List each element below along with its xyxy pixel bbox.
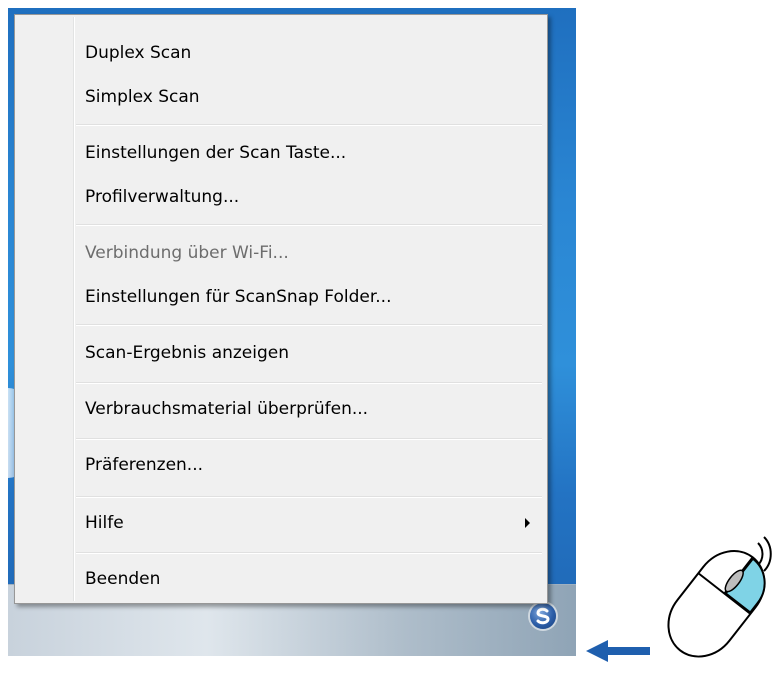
menu-separator — [76, 124, 542, 126]
menu-item-duplex-scan[interactable]: Duplex Scan — [17, 31, 543, 75]
scansnap-tray-icon[interactable] — [530, 603, 556, 629]
menu-item-label: Präferenzen... — [85, 455, 204, 475]
menu-item-label: Verbrauchsmaterial überprüfen... — [85, 399, 369, 419]
menu-item-preferences[interactable]: Präferenzen... — [17, 443, 543, 487]
menu-item-label: Einstellungen für ScanSnap Folder... — [85, 287, 392, 307]
menu-item-scansnap-folder-settings[interactable]: Einstellungen für ScanSnap Folder... — [17, 275, 543, 319]
blue-left-arrow-icon — [586, 640, 650, 662]
menu-item-label: Verbindung über Wi-Fi... — [85, 243, 289, 263]
menu-separator — [76, 324, 542, 326]
context-menu: Duplex Scan Simplex Scan Einstellungen d… — [14, 14, 548, 604]
menu-item-exit[interactable]: Beenden — [17, 557, 543, 601]
menu-separator — [76, 382, 542, 384]
menu-item-label: Profilverwaltung... — [85, 187, 240, 207]
menu-item-scan-button-settings[interactable]: Einstellungen der Scan Taste... — [17, 131, 543, 175]
menu-item-help[interactable]: Hilfe — [17, 501, 543, 545]
menu-item-wifi-connection: Verbindung über Wi-Fi... — [17, 231, 543, 275]
menu-item-label: Beenden — [85, 569, 161, 589]
mouse-right-click-icon — [667, 536, 772, 658]
menu-item-check-consumables[interactable]: Verbrauchsmaterial überprüfen... — [17, 387, 543, 431]
menu-item-label: Hilfe — [85, 513, 124, 533]
menu-separator — [76, 552, 542, 554]
menu-separator — [76, 496, 542, 498]
menu-item-label: Simplex Scan — [85, 87, 200, 107]
menu-item-label: Scan-Ergebnis anzeigen — [85, 343, 290, 363]
submenu-arrow-icon — [525, 518, 530, 528]
menu-item-profile-management[interactable]: Profilverwaltung... — [17, 175, 543, 219]
menu-item-simplex-scan[interactable]: Simplex Scan — [17, 75, 543, 119]
menu-separator — [76, 224, 542, 226]
menu-item-label: Duplex Scan — [85, 43, 192, 63]
menu-separator — [76, 438, 542, 440]
menu-item-show-scan-result[interactable]: Scan-Ergebnis anzeigen — [17, 331, 543, 375]
menu-item-label: Einstellungen der Scan Taste... — [85, 143, 347, 163]
